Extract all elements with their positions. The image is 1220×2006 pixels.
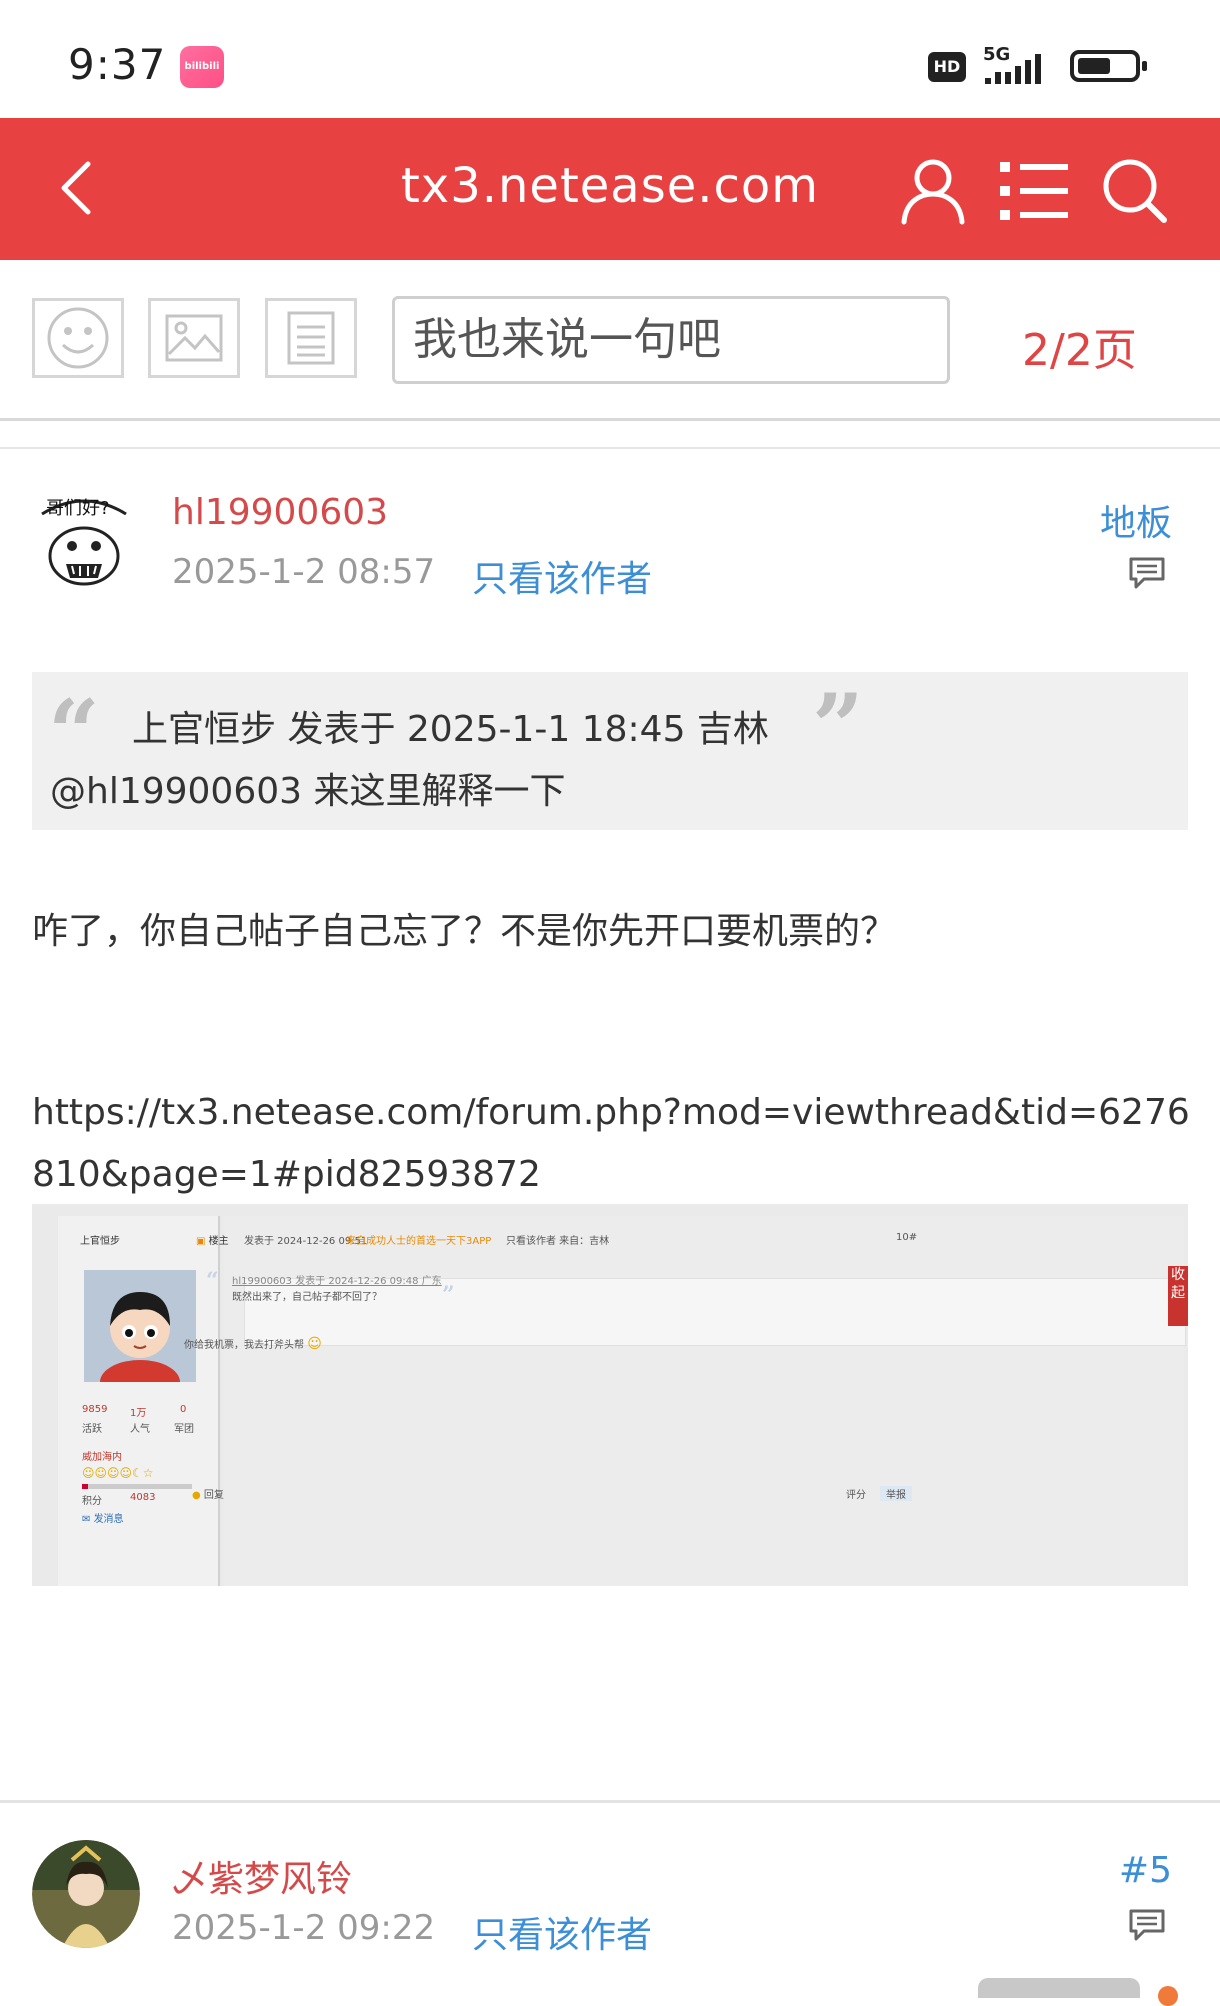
quote-block: “ 上官恒步 发表于 2025-1-1 18:45 吉林 ” @hl199006…: [32, 672, 1188, 830]
post-body: 咋了，你自己帖子自己忘了？不是你先开口要机票的？: [32, 911, 897, 952]
shot-report: 举报: [880, 1486, 912, 1501]
svg-text:哥们好?: 哥们好?: [46, 498, 110, 519]
post-username[interactable]: 乄紫梦风铃: [172, 1850, 352, 1902]
shot-host-label: 楼主: [208, 1236, 229, 1247]
quote-meta: 上官恒步 发表于 2025-1-1 18:45 吉林: [132, 709, 769, 750]
floor-label: 地板: [1099, 503, 1172, 544]
document-icon: [287, 311, 335, 365]
shot-reply-label: 回复: [203, 1490, 224, 1501]
shot-avatar: [84, 1270, 196, 1382]
post-username[interactable]: hl19900603: [172, 492, 388, 533]
status-bar: 9:37 bilibili HD 5G: [0, 0, 1220, 118]
reply-toolbar: 我也来说一句吧 2/2页: [0, 260, 1220, 420]
bilibili-app-icon: bilibili: [180, 46, 224, 88]
shot-stat-3: 0: [180, 1404, 187, 1415]
status-time: 9:37: [68, 40, 167, 89]
shot-close-quote-icon: ”: [442, 1282, 455, 1308]
shot-score: 4083: [130, 1492, 156, 1503]
shot-quote-box: [244, 1278, 1186, 1346]
shot-collapse: 收起: [1168, 1266, 1188, 1326]
shot-stat-label-2: 人气: [130, 1424, 150, 1435]
post-link[interactable]: https://tx3.netease.com/forum.php?mod=vi…: [32, 1082, 1192, 1206]
shot-floor-no: 10#: [896, 1232, 918, 1243]
floating-scroll-handle[interactable]: [978, 1978, 1140, 1998]
image-button[interactable]: [148, 298, 240, 378]
shot-reply: ● 回复: [192, 1490, 224, 1501]
shot-quote-line1: hl19900603 发表于 2024-12-26 09:48 广东: [232, 1276, 442, 1287]
avatar[interactable]: 哥们好?: [28, 484, 140, 596]
post-time: 2025-1-2 09:22: [172, 1908, 436, 1948]
top-navbar: tx3.netease.com: [0, 118, 1220, 260]
shot-name: 上官恒步: [80, 1236, 120, 1247]
reply-comment-icon[interactable]: [1128, 556, 1166, 590]
divider: [0, 447, 1220, 449]
shot-stat-2: 1万: [130, 1408, 147, 1419]
shot-stat-label-1: 活跃: [82, 1424, 102, 1435]
battery-icon: [1070, 50, 1147, 82]
shot-header-link: 来自成功人士的首选一天下3APP: [346, 1236, 492, 1247]
menu-list-icon[interactable]: [998, 158, 1070, 224]
smiley-icon: [47, 307, 109, 369]
avatar[interactable]: [32, 1840, 140, 1948]
hd-badge: HD: [928, 52, 966, 82]
post-time: 2025-1-2 08:57: [172, 552, 436, 592]
divider: [0, 1800, 1220, 1803]
emoji-button[interactable]: [32, 298, 124, 378]
shot-quote-line2: 既然出来了，自己帖子都不回了？: [232, 1292, 382, 1303]
shot-tag: 威加海内: [82, 1452, 122, 1463]
reply-input[interactable]: 我也来说一句吧: [392, 296, 950, 384]
user-icon[interactable]: [898, 156, 968, 226]
shot-open-quote-icon: “: [206, 1268, 219, 1294]
close-quote-icon: ”: [812, 674, 864, 780]
shot-stat-1: 9859: [82, 1404, 108, 1415]
shot-header-label: ▣ 楼主: [196, 1236, 229, 1247]
shot-message: ✉ 发消息: [82, 1514, 124, 1525]
divider: [0, 418, 1220, 421]
shot-score-label: 积分: [82, 1496, 102, 1507]
shot-message-label: 发消息: [93, 1514, 124, 1525]
shot-content-text: 你给我机票，我去打斧头帮: [184, 1340, 304, 1351]
image-icon: [165, 314, 223, 362]
view-author-only-link[interactable]: 只看该作者: [472, 550, 652, 602]
notification-dot: [1158, 1986, 1178, 2006]
page-indicator[interactable]: 2/2页: [1022, 314, 1137, 378]
format-button[interactable]: [265, 298, 357, 378]
view-author-only-link[interactable]: 只看该作者: [472, 1906, 652, 1958]
shot-rank-icons: ☺☺☺☺☾☆: [82, 1466, 154, 1480]
embedded-screenshot[interactable]: 上官恒步 9859 1万 0 活跃 人气 军团 威加海内 ☺☺☺☺☾☆ 积分 4…: [32, 1204, 1188, 1586]
shot-progress: [82, 1484, 192, 1489]
floor-label: #5: [1118, 1850, 1172, 1891]
shot-rate: 评分: [846, 1490, 866, 1501]
signal-icon: [985, 54, 1041, 84]
quote-text: @hl19900603 来这里解释一下: [50, 771, 566, 812]
shot-header-only: 只看该作者 来自：吉林: [506, 1236, 610, 1247]
reply-comment-icon[interactable]: [1128, 1908, 1166, 1942]
shot-stat-label-3: 军团: [174, 1424, 194, 1435]
search-icon[interactable]: [1100, 156, 1170, 226]
shot-content: 你给我机票，我去打斧头帮 ☺: [184, 1336, 322, 1352]
